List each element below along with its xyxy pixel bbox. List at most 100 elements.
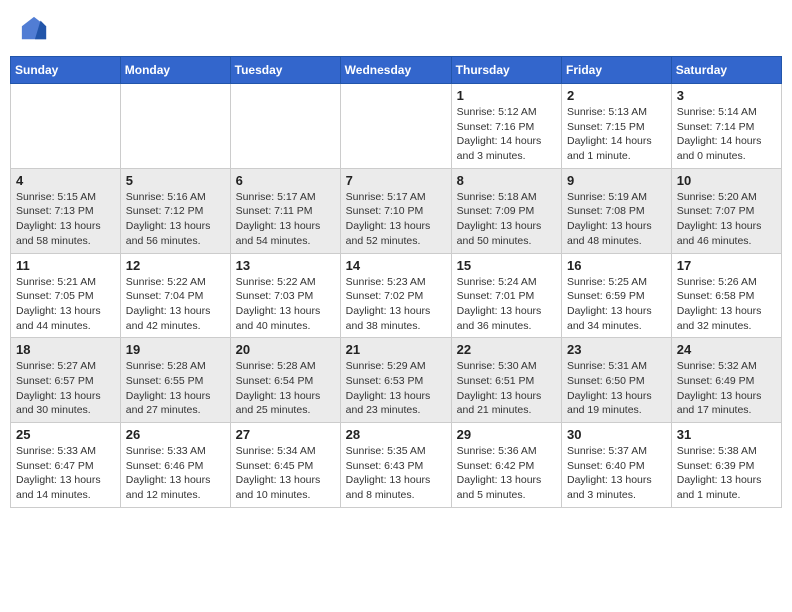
calendar-cell: 8 Sunrise: 5:18 AMSunset: 7:09 PMDaylight…	[451, 168, 561, 253]
calendar-cell: 19Sunrise: 5:28 AMSunset: 6:55 PMDayligh…	[120, 338, 230, 423]
calendar-cell: 26Sunrise: 5:33 AMSunset: 6:46 PMDayligh…	[120, 423, 230, 508]
day-number: 17	[677, 258, 776, 273]
calendar-week-row: 11 Sunrise: 5:21 AMSunset: 7:05 PMDayligh…	[11, 253, 782, 338]
day-info: Sunrise: 5:36 AMSunset: 6:42 PMDaylight:…	[457, 444, 556, 503]
calendar-cell: 13 Sunrise: 5:22 AMSunset: 7:03 PMDayligh…	[230, 253, 340, 338]
day-info: Sunrise: 5:26 AMSunset: 6:58 PMDaylight:…	[677, 275, 776, 334]
day-info: Sunrise: 5:17 AMSunset: 7:11 PMDaylight:…	[236, 190, 335, 249]
logo-icon	[20, 15, 48, 43]
calendar-cell: 21 Sunrise: 5:29 AMSunset: 6:53 PMDayligh…	[340, 338, 451, 423]
day-number: 30	[567, 427, 666, 442]
day-info: Sunrise: 5:24 AMSunset: 7:01 PMDaylight:…	[457, 275, 556, 334]
day-number: 26	[126, 427, 225, 442]
day-info: Sunrise: 5:18 AMSunset: 7:09 PMDaylight:…	[457, 190, 556, 249]
day-info: Sunrise: 5:22 AMSunset: 7:04 PMDaylight:…	[126, 275, 225, 334]
calendar-cell	[230, 84, 340, 169]
day-number: 29	[457, 427, 556, 442]
calendar-cell: 20Sunrise: 5:28 AMSunset: 6:54 PMDayligh…	[230, 338, 340, 423]
weekday-header-saturday: Saturday	[671, 57, 781, 84]
weekday-header-monday: Monday	[120, 57, 230, 84]
day-info: Sunrise: 5:22 AMSunset: 7:03 PMDaylight:…	[236, 275, 335, 334]
day-number: 13	[236, 258, 335, 273]
day-info: Sunrise: 5:17 AMSunset: 7:10 PMDaylight:…	[346, 190, 446, 249]
day-info: Sunrise: 5:35 AMSunset: 6:43 PMDaylight:…	[346, 444, 446, 503]
calendar-cell: 25 Sunrise: 5:33 AMSunset: 6:47 PMDayligh…	[11, 423, 121, 508]
day-number: 8	[457, 173, 556, 188]
page-header	[10, 10, 782, 48]
day-info: Sunrise: 5:15 AMSunset: 7:13 PMDaylight:…	[16, 190, 115, 249]
day-number: 23	[567, 342, 666, 357]
calendar-week-row: 18 Sunrise: 5:27 AMSunset: 6:57 PMDayligh…	[11, 338, 782, 423]
calendar-cell: 24 Sunrise: 5:32 AMSunset: 6:49 PMDayligh…	[671, 338, 781, 423]
day-info: Sunrise: 5:33 AMSunset: 6:47 PMDaylight:…	[16, 444, 115, 503]
calendar-cell: 15 Sunrise: 5:24 AMSunset: 7:01 PMDayligh…	[451, 253, 561, 338]
calendar-cell: 30 Sunrise: 5:37 AMSunset: 6:40 PMDayligh…	[562, 423, 672, 508]
day-number: 3	[677, 88, 776, 103]
day-info: Sunrise: 5:21 AMSunset: 7:05 PMDaylight:…	[16, 275, 115, 334]
day-info: Sunrise: 5:34 AMSunset: 6:45 PMDaylight:…	[236, 444, 335, 503]
calendar-cell: 14 Sunrise: 5:23 AMSunset: 7:02 PMDayligh…	[340, 253, 451, 338]
calendar-cell: 18 Sunrise: 5:27 AMSunset: 6:57 PMDayligh…	[11, 338, 121, 423]
calendar-cell: 6 Sunrise: 5:17 AMSunset: 7:11 PMDaylight…	[230, 168, 340, 253]
day-info: Sunrise: 5:12 AMSunset: 7:16 PMDaylight:…	[457, 105, 556, 164]
day-number: 21	[346, 342, 446, 357]
calendar-cell: 29 Sunrise: 5:36 AMSunset: 6:42 PMDayligh…	[451, 423, 561, 508]
day-number: 4	[16, 173, 115, 188]
calendar-cell: 9 Sunrise: 5:19 AMSunset: 7:08 PMDaylight…	[562, 168, 672, 253]
calendar-cell: 1 Sunrise: 5:12 AMSunset: 7:16 PMDaylight…	[451, 84, 561, 169]
weekday-header-friday: Friday	[562, 57, 672, 84]
calendar-cell: 10Sunrise: 5:20 AMSunset: 7:07 PMDayligh…	[671, 168, 781, 253]
day-number: 2	[567, 88, 666, 103]
day-info: Sunrise: 5:37 AMSunset: 6:40 PMDaylight:…	[567, 444, 666, 503]
day-number: 15	[457, 258, 556, 273]
calendar-cell: 4 Sunrise: 5:15 AMSunset: 7:13 PMDaylight…	[11, 168, 121, 253]
day-info: Sunrise: 5:23 AMSunset: 7:02 PMDaylight:…	[346, 275, 446, 334]
day-number: 22	[457, 342, 556, 357]
weekday-header-wednesday: Wednesday	[340, 57, 451, 84]
calendar-week-row: 1 Sunrise: 5:12 AMSunset: 7:16 PMDaylight…	[11, 84, 782, 169]
calendar-cell: 31Sunrise: 5:38 AMSunset: 6:39 PMDayligh…	[671, 423, 781, 508]
day-number: 27	[236, 427, 335, 442]
calendar-cell: 12 Sunrise: 5:22 AMSunset: 7:04 PMDayligh…	[120, 253, 230, 338]
weekday-header-sunday: Sunday	[11, 57, 121, 84]
day-number: 24	[677, 342, 776, 357]
day-number: 6	[236, 173, 335, 188]
calendar-table: SundayMondayTuesdayWednesdayThursdayFrid…	[10, 56, 782, 508]
calendar-cell	[120, 84, 230, 169]
calendar-cell: 16 Sunrise: 5:25 AMSunset: 6:59 PMDayligh…	[562, 253, 672, 338]
weekday-header-row: SundayMondayTuesdayWednesdayThursdayFrid…	[11, 57, 782, 84]
logo	[20, 15, 52, 43]
day-number: 11	[16, 258, 115, 273]
calendar-cell: 27 Sunrise: 5:34 AMSunset: 6:45 PMDayligh…	[230, 423, 340, 508]
day-number: 25	[16, 427, 115, 442]
day-info: Sunrise: 5:25 AMSunset: 6:59 PMDaylight:…	[567, 275, 666, 334]
day-info: Sunrise: 5:30 AMSunset: 6:51 PMDaylight:…	[457, 359, 556, 418]
day-number: 9	[567, 173, 666, 188]
day-info: Sunrise: 5:29 AMSunset: 6:53 PMDaylight:…	[346, 359, 446, 418]
day-number: 16	[567, 258, 666, 273]
day-info: Sunrise: 5:13 AMSunset: 7:15 PMDaylight:…	[567, 105, 666, 164]
calendar-cell: 11 Sunrise: 5:21 AMSunset: 7:05 PMDayligh…	[11, 253, 121, 338]
day-info: Sunrise: 5:20 AMSunset: 7:07 PMDaylight:…	[677, 190, 776, 249]
calendar-cell: 22 Sunrise: 5:30 AMSunset: 6:51 PMDayligh…	[451, 338, 561, 423]
day-number: 18	[16, 342, 115, 357]
calendar-cell: 28Sunrise: 5:35 AMSunset: 6:43 PMDayligh…	[340, 423, 451, 508]
calendar-cell: 2 Sunrise: 5:13 AMSunset: 7:15 PMDaylight…	[562, 84, 672, 169]
day-info: Sunrise: 5:27 AMSunset: 6:57 PMDaylight:…	[16, 359, 115, 418]
calendar-cell: 5Sunrise: 5:16 AMSunset: 7:12 PMDaylight…	[120, 168, 230, 253]
day-info: Sunrise: 5:31 AMSunset: 6:50 PMDaylight:…	[567, 359, 666, 418]
calendar-cell: 7 Sunrise: 5:17 AMSunset: 7:10 PMDaylight…	[340, 168, 451, 253]
day-number: 14	[346, 258, 446, 273]
weekday-header-tuesday: Tuesday	[230, 57, 340, 84]
weekday-header-thursday: Thursday	[451, 57, 561, 84]
day-number: 1	[457, 88, 556, 103]
day-info: Sunrise: 5:14 AMSunset: 7:14 PMDaylight:…	[677, 105, 776, 164]
day-info: Sunrise: 5:19 AMSunset: 7:08 PMDaylight:…	[567, 190, 666, 249]
day-info: Sunrise: 5:38 AMSunset: 6:39 PMDaylight:…	[677, 444, 776, 503]
day-number: 7	[346, 173, 446, 188]
day-number: 12	[126, 258, 225, 273]
calendar-cell	[340, 84, 451, 169]
day-number: 19	[126, 342, 225, 357]
day-info: Sunrise: 5:32 AMSunset: 6:49 PMDaylight:…	[677, 359, 776, 418]
day-number: 20	[236, 342, 335, 357]
